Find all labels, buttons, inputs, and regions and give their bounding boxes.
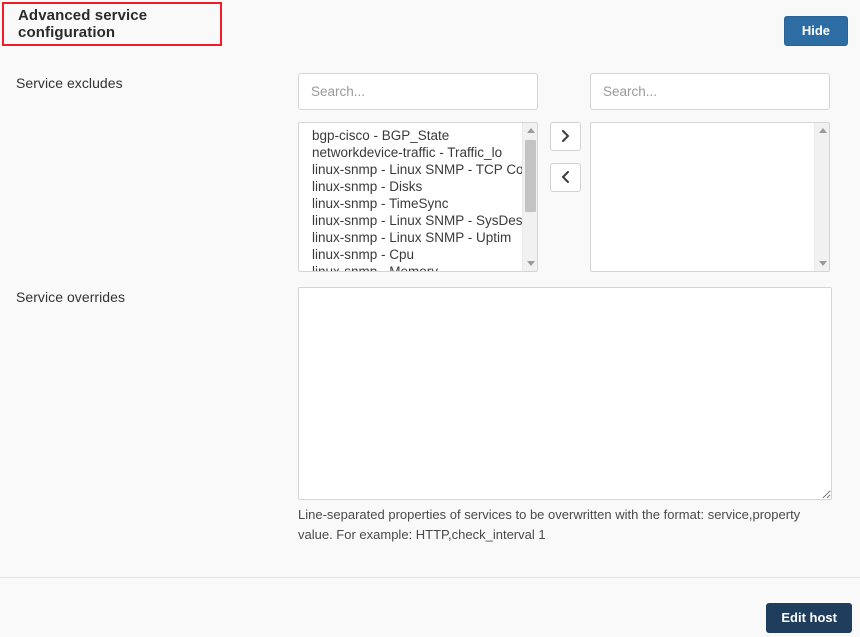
scroll-up-arrow-icon[interactable]	[815, 123, 829, 138]
list-item[interactable]: linux-snmp - Disks	[299, 178, 522, 195]
chevron-left-icon	[562, 170, 569, 183]
page-title: Advanced service configuration	[2, 2, 222, 46]
move-right-button[interactable]	[550, 122, 581, 151]
list-item[interactable]: bgp-cisco - BGP_State	[299, 127, 522, 144]
search-input-selected[interactable]	[590, 73, 830, 110]
list-item[interactable]: linux-snmp - TimeSync	[299, 195, 522, 212]
list-item[interactable]: linux-snmp - Cpu	[299, 246, 522, 263]
list-item[interactable]: linux-snmp - Linux SNMP - SysDes	[299, 212, 522, 229]
scroll-down-arrow-icon[interactable]	[815, 256, 829, 271]
scrollbar-thumb[interactable]	[525, 140, 536, 212]
scroll-down-arrow-icon[interactable]	[523, 256, 537, 271]
service-overrides-wrap	[298, 287, 832, 500]
move-left-button[interactable]	[550, 163, 581, 192]
page-header: Advanced service configuration Hide	[0, 0, 860, 56]
footer-divider	[0, 577, 860, 578]
edit-host-button[interactable]: Edit host	[766, 603, 852, 634]
list-item[interactable]: linux-snmp - Linux SNMP - Uptim	[299, 229, 522, 246]
hide-button[interactable]: Hide	[783, 16, 848, 47]
service-overrides-label: Service overrides	[16, 289, 126, 305]
service-overrides-help-text: Line-separated properties of services to…	[298, 507, 801, 542]
selected-services-listbox[interactable]	[590, 122, 830, 272]
service-excludes-label: Service excludes	[16, 75, 123, 91]
available-services-options: bgp-cisco - BGP_State networkdevice-traff…	[299, 123, 522, 271]
transfer-buttons	[550, 122, 582, 204]
available-services-listbox[interactable]: bgp-cisco - BGP_State networkdevice-traff…	[298, 122, 538, 272]
chevron-right-icon	[562, 129, 569, 142]
service-overrides-textarea[interactable]	[298, 287, 832, 500]
list-item[interactable]: linux-snmp - Linux SNMP - TCP Co	[299, 161, 522, 178]
selected-services-options	[591, 123, 814, 271]
scroll-up-arrow-icon[interactable]	[523, 123, 537, 138]
list-item[interactable]: linux-snmp - Memory	[299, 263, 522, 271]
selected-list-scrollbar[interactable]	[814, 123, 829, 271]
search-input-available[interactable]	[298, 73, 538, 110]
list-item[interactable]: networkdevice-traffic - Traffic_lo	[299, 144, 522, 161]
service-excludes-dual-list: bgp-cisco - BGP_Statenetworkdevice-traff…	[297, 73, 833, 273]
available-list-scrollbar[interactable]	[522, 123, 537, 271]
